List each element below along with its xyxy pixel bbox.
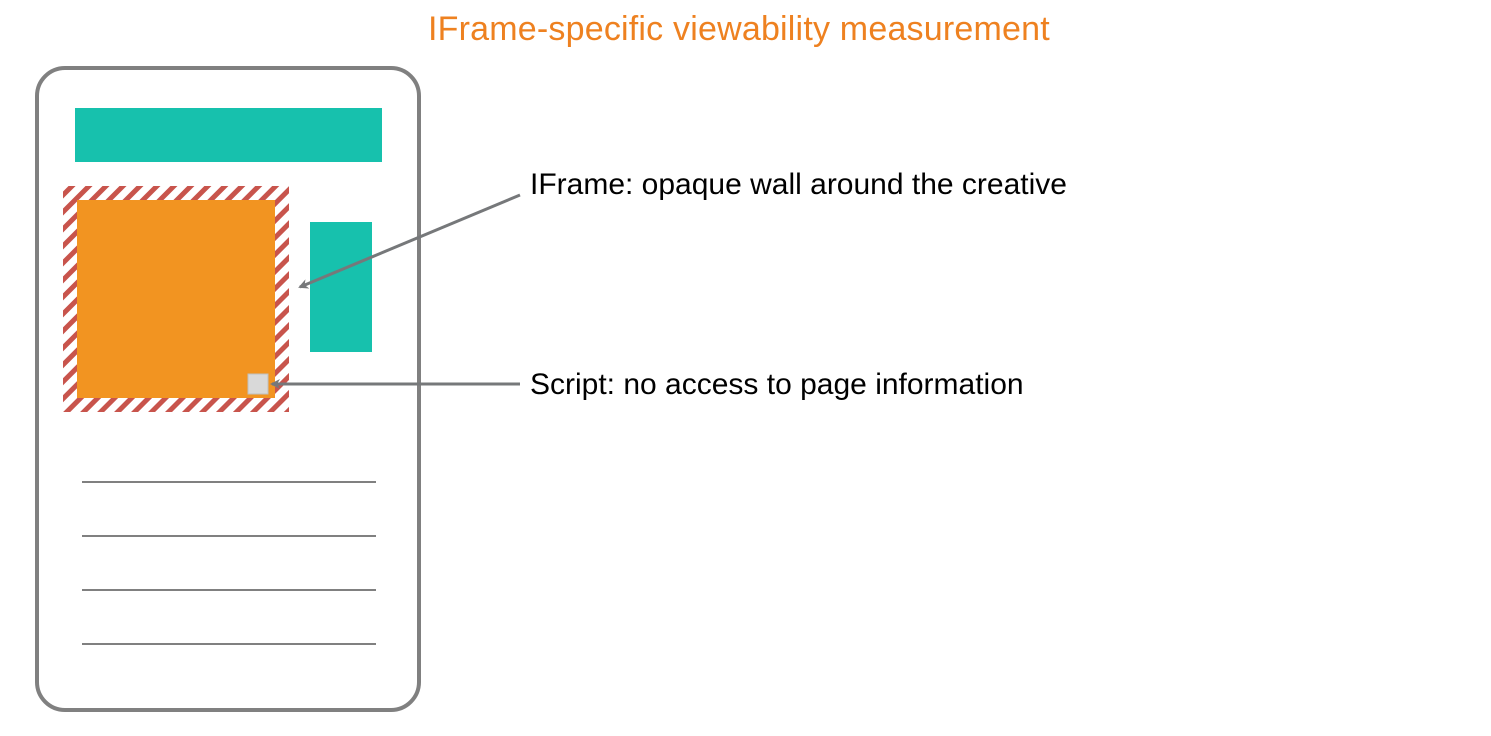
side-column xyxy=(310,222,372,352)
script-pixel xyxy=(248,374,268,394)
page-banner xyxy=(75,108,382,162)
creative-block xyxy=(77,200,275,398)
diagram-svg xyxy=(0,0,1491,736)
